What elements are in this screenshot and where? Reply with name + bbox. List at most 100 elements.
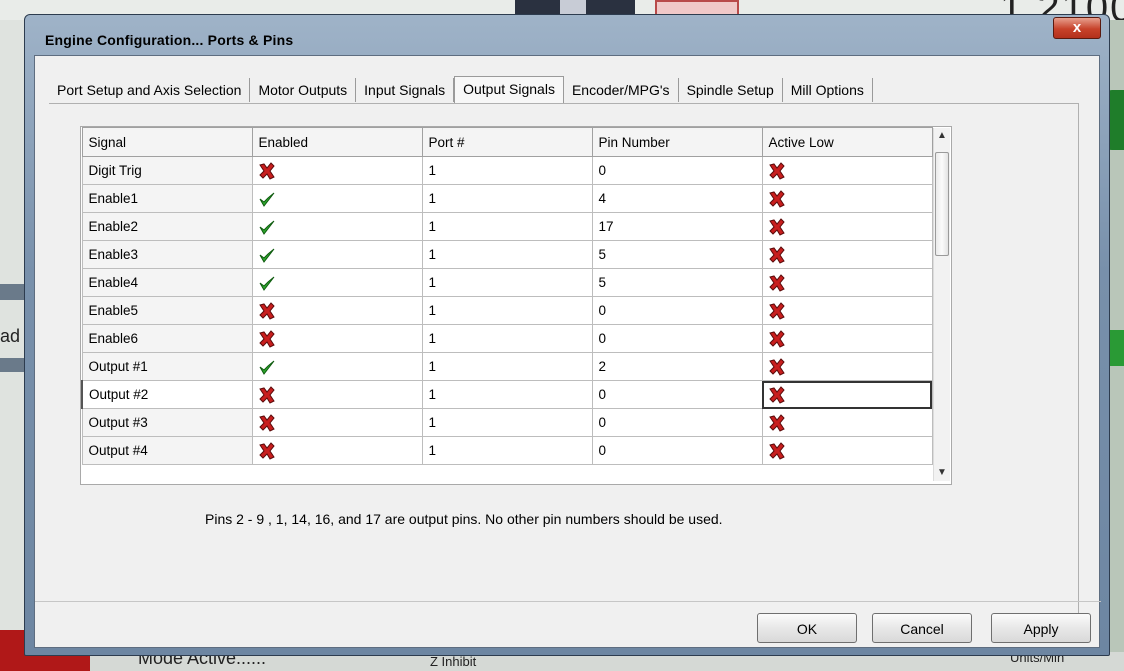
signal-name-cell[interactable]: Enable1 (81, 184, 253, 213)
port-cell[interactable]: 1 (421, 212, 593, 241)
pin-number-cell[interactable]: 0 (591, 380, 763, 409)
column-header-pin-number[interactable]: Pin Number (591, 127, 763, 157)
active-low-cell[interactable] (761, 212, 933, 241)
red-x-icon (258, 329, 276, 348)
enabled-cell[interactable] (251, 324, 423, 353)
port-cell[interactable]: 1 (421, 184, 593, 213)
table-row[interactable]: Enable5 1 0 (81, 296, 933, 325)
signal-name-cell[interactable]: Output #4 (81, 436, 253, 465)
signal-name-cell[interactable]: Output #2 (81, 380, 253, 409)
active-low-cell[interactable] (761, 268, 933, 297)
output-pins-note: Pins 2 - 9 , 1, 14, 16, and 17 are outpu… (205, 511, 723, 527)
port-cell[interactable]: 1 (421, 408, 593, 437)
enabled-cell[interactable] (251, 352, 423, 381)
table-row[interactable]: Enable4 1 5 (81, 268, 933, 297)
port-cell[interactable]: 1 (421, 296, 593, 325)
close-button[interactable]: x (1053, 17, 1101, 39)
pin-number-cell[interactable]: 0 (591, 436, 763, 465)
pin-number-cell[interactable]: 5 (591, 240, 763, 269)
enabled-cell[interactable] (251, 436, 423, 465)
port-cell[interactable]: 1 (421, 436, 593, 465)
dialog-title: Engine Configuration... Ports & Pins (45, 32, 294, 48)
pin-number-cell[interactable]: 5 (591, 268, 763, 297)
cancel-button[interactable]: Cancel (872, 613, 972, 643)
table-row[interactable]: Enable2 1 17 (81, 212, 933, 241)
tab-encoder-mpg[interactable]: Encoder/MPG's (564, 78, 679, 102)
active-low-cell[interactable] (761, 408, 933, 437)
port-cell[interactable]: 1 (421, 324, 593, 353)
active-low-cell[interactable] (761, 296, 933, 325)
active-low-cell[interactable] (761, 352, 933, 381)
table-row[interactable]: Enable3 1 5 (81, 240, 933, 269)
column-header-signal[interactable]: Signal (81, 127, 253, 157)
red-x-icon (768, 161, 786, 180)
pin-number-cell[interactable]: 0 (591, 324, 763, 353)
active-low-cell[interactable] (761, 240, 933, 269)
signal-name-cell[interactable]: Digit Trig (81, 156, 253, 185)
enabled-cell[interactable] (251, 268, 423, 297)
column-header-enabled[interactable]: Enabled (251, 127, 423, 157)
active-low-cell[interactable] (761, 324, 933, 353)
enabled-cell[interactable] (251, 296, 423, 325)
tab-spindle-setup[interactable]: Spindle Setup (679, 78, 783, 102)
red-x-icon (768, 413, 786, 432)
active-low-cell[interactable] (761, 436, 933, 465)
tab-panel-border (1078, 103, 1079, 623)
scroll-down-arrow-icon[interactable]: ▼ (934, 465, 950, 481)
column-header-port[interactable]: Port # (421, 127, 593, 157)
vertical-scrollbar[interactable]: ▲ ▼ (933, 128, 950, 481)
active-low-cell[interactable] (761, 184, 933, 213)
tab-mill-options[interactable]: Mill Options (783, 78, 873, 102)
tab-output-signals[interactable]: Output Signals (454, 76, 564, 103)
enabled-cell[interactable] (251, 380, 423, 409)
enabled-cell[interactable] (251, 212, 423, 241)
enabled-cell[interactable] (251, 184, 423, 213)
green-check-icon (258, 218, 276, 236)
dialog-client-area: Port Setup and Axis Selection Motor Outp… (34, 55, 1101, 648)
output-signals-grid: Signal Enabled Port # Pin Number Active … (80, 126, 952, 485)
active-low-cell[interactable] (761, 156, 933, 185)
enabled-cell[interactable] (251, 240, 423, 269)
scrollbar-thumb[interactable] (935, 152, 949, 256)
port-cell[interactable]: 1 (421, 240, 593, 269)
port-cell[interactable]: 1 (421, 156, 593, 185)
signal-name-cell[interactable]: Enable5 (81, 296, 253, 325)
signal-name-cell[interactable]: Output #1 (81, 352, 253, 381)
apply-button[interactable]: Apply (991, 613, 1091, 643)
scroll-up-arrow-icon[interactable]: ▲ (934, 128, 950, 144)
port-cell[interactable]: 1 (421, 380, 593, 409)
red-x-icon (258, 385, 276, 404)
ok-button[interactable]: OK (757, 613, 857, 643)
port-cell[interactable]: 1 (421, 352, 593, 381)
red-x-icon (768, 273, 786, 292)
column-header-active-low[interactable]: Active Low (761, 127, 933, 157)
active-low-cell[interactable] (761, 380, 933, 409)
table-row[interactable]: Enable1 1 4 (81, 184, 933, 213)
pin-number-cell[interactable]: 2 (591, 352, 763, 381)
pin-number-cell[interactable]: 4 (591, 184, 763, 213)
red-x-icon (768, 441, 786, 460)
tab-port-setup[interactable]: Port Setup and Axis Selection (49, 78, 251, 102)
port-cell[interactable]: 1 (421, 268, 593, 297)
tab-motor-outputs[interactable]: Motor Outputs (250, 78, 357, 102)
signal-name-cell[interactable]: Enable3 (81, 240, 253, 269)
signal-name-cell[interactable]: Enable2 (81, 212, 253, 241)
table-row[interactable]: Enable6 1 0 (81, 324, 933, 353)
signal-name-cell[interactable]: Enable4 (81, 268, 253, 297)
table-row[interactable]: Output #3 1 0 (81, 408, 933, 437)
table-row[interactable]: Output #2 1 0 (81, 380, 933, 409)
pin-number-cell[interactable]: 17 (591, 212, 763, 241)
pin-number-cell[interactable]: 0 (591, 156, 763, 185)
red-x-icon (768, 301, 786, 320)
signals-table: Signal Enabled Port # Pin Number Active … (81, 127, 933, 465)
enabled-cell[interactable] (251, 156, 423, 185)
table-row[interactable]: Output #4 1 0 (81, 436, 933, 465)
tab-input-signals[interactable]: Input Signals (356, 78, 455, 102)
pin-number-cell[interactable]: 0 (591, 296, 763, 325)
table-row[interactable]: Digit Trig 1 0 (81, 156, 933, 185)
enabled-cell[interactable] (251, 408, 423, 437)
signal-name-cell[interactable]: Output #3 (81, 408, 253, 437)
signal-name-cell[interactable]: Enable6 (81, 324, 253, 353)
pin-number-cell[interactable]: 0 (591, 408, 763, 437)
table-row[interactable]: Output #1 1 2 (81, 352, 933, 381)
